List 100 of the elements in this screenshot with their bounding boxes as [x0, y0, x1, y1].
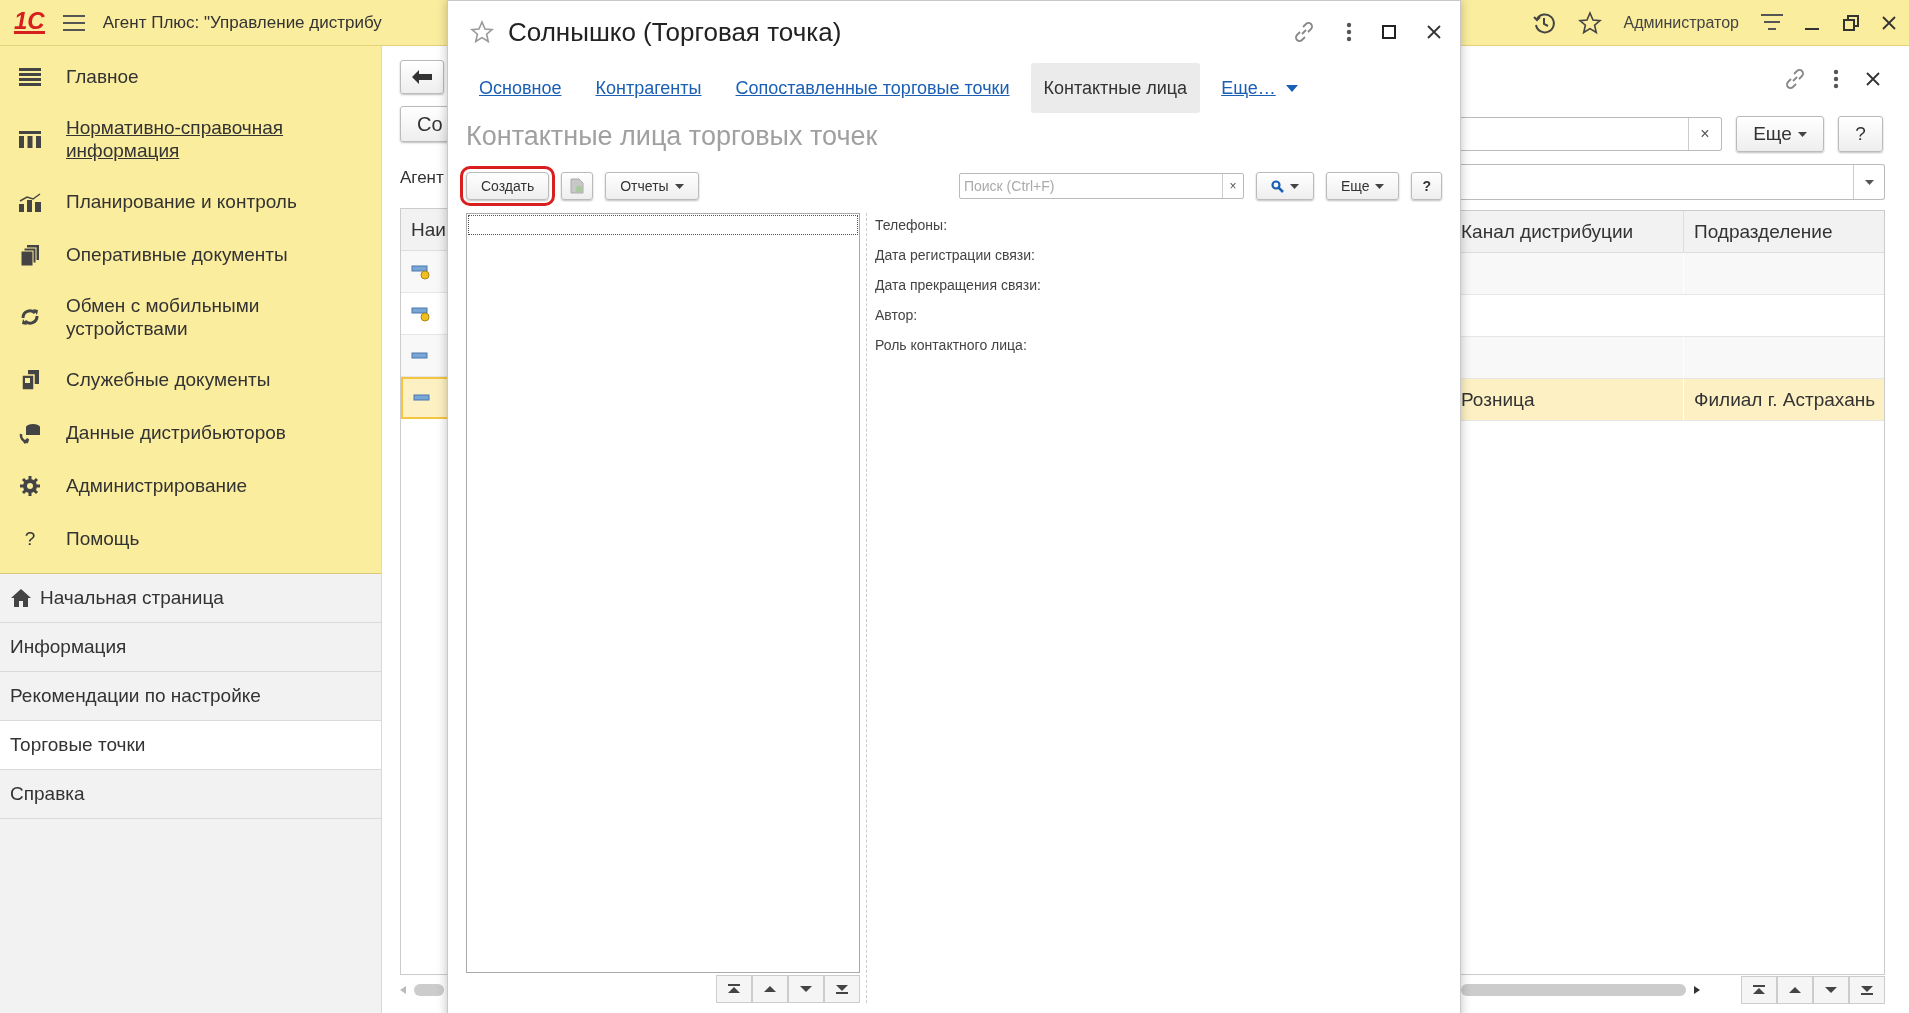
app-title: Агент Плюс: "Управление дистрибу	[102, 12, 382, 33]
bar-chart-icon[interactable]	[19, 191, 41, 212]
sync-icon[interactable]	[19, 306, 41, 328]
link-icon[interactable]	[1292, 20, 1316, 44]
columns-icon[interactable]	[19, 129, 41, 149]
more-icon[interactable]	[1833, 69, 1839, 89]
column-header: Наи	[401, 209, 447, 251]
tab[interactable]: Основное	[466, 63, 575, 113]
table-cell-text: Филиал г. Астрахань	[1693, 387, 1877, 412]
list-row[interactable]	[468, 215, 858, 235]
back-arrow-icon	[412, 70, 432, 84]
reports-button[interactable]: Отчеты	[605, 172, 699, 200]
field-label: Дата регистрации связи:	[875, 247, 1036, 265]
create-button[interactable]: Со	[400, 106, 447, 142]
nav-button[interactable]	[824, 975, 860, 1003]
sidebar-item[interactable]: Данные дистрибьюторов	[66, 421, 306, 444]
caret-icon	[1375, 183, 1385, 189]
sidebar-item[interactable]: Администрирование	[66, 474, 306, 497]
database-icon[interactable]	[19, 421, 41, 444]
settings-icon[interactable]	[19, 474, 41, 497]
first-icon	[727, 984, 741, 994]
down-icon	[1824, 985, 1838, 995]
documents-icon[interactable]	[19, 368, 41, 391]
clear-button[interactable]: ×	[1221, 174, 1243, 198]
maximize-icon[interactable]	[1382, 25, 1396, 39]
nav-button[interactable]	[1741, 976, 1777, 1004]
favorite-icon[interactable]	[470, 20, 494, 44]
first-icon	[1752, 985, 1766, 995]
search-field[interactable]: ×	[1461, 117, 1722, 151]
page-tab-label: Начальная страница	[40, 587, 224, 609]
caret-icon	[1289, 183, 1299, 189]
scrollbar-thumb[interactable]	[1461, 984, 1686, 996]
close-icon[interactable]	[1426, 24, 1442, 40]
clear-button[interactable]: ×	[1688, 118, 1721, 150]
down-icon	[799, 984, 813, 994]
history-icon[interactable]	[1531, 10, 1556, 35]
close-icon[interactable]	[1881, 14, 1897, 31]
field-label: Автор:	[875, 307, 919, 325]
field-label: Телефоны:	[875, 217, 949, 235]
user-name[interactable]: Администратор	[1623, 13, 1739, 32]
item-marked-icon	[411, 304, 431, 323]
documents-icon[interactable]	[19, 243, 41, 266]
search-button[interactable]	[1255, 172, 1314, 200]
dropdown-field[interactable]	[1461, 164, 1885, 200]
nav-button[interactable]	[716, 975, 752, 1003]
nav-button[interactable]	[1813, 976, 1849, 1004]
field-label: Дата прекращения связи:	[875, 277, 1041, 295]
nav-button[interactable]	[788, 975, 824, 1003]
tab[interactable]: Еще…	[1208, 63, 1311, 113]
scroll-right-icon[interactable]	[1694, 986, 1700, 994]
more-icon[interactable]	[1346, 22, 1352, 42]
sidebar-item[interactable]: Планирование и контроль	[66, 190, 306, 213]
item-marked-icon	[411, 262, 431, 281]
caret-icon	[674, 183, 684, 189]
column-header: Подразделение	[1684, 211, 1884, 253]
up-icon	[1788, 985, 1802, 995]
favorites-icon[interactable]	[1577, 10, 1602, 35]
nav-button[interactable]	[752, 975, 788, 1003]
help-button[interactable]: ?	[1838, 116, 1883, 152]
sidebar-item[interactable]: Оперативные документы	[66, 243, 306, 266]
more-button[interactable]: Еще	[1325, 172, 1400, 200]
restore-icon[interactable]	[1843, 14, 1859, 31]
menu-icon[interactable]	[62, 13, 85, 32]
back-button[interactable]	[400, 60, 444, 94]
scrollbar-thumb[interactable]	[414, 984, 444, 996]
close-icon[interactable]	[1865, 71, 1881, 87]
page-tab[interactable]: Торговые точки	[0, 721, 381, 770]
help-icon[interactable]: ?	[24, 527, 36, 550]
filter-label: Агент	[400, 168, 445, 189]
section-heading: Контактные лица торговых точек	[466, 121, 879, 153]
list-icon[interactable]	[19, 66, 41, 87]
search-icon	[1270, 179, 1284, 193]
sidebar-item[interactable]: Главное	[66, 65, 306, 88]
up-icon	[763, 984, 777, 994]
caret-icon	[1797, 131, 1807, 137]
page-tab-label: Справка	[10, 783, 85, 805]
sidebar-item[interactable]: Помощь	[66, 527, 306, 550]
table-row[interactable]	[401, 251, 447, 293]
help-button[interactable]: ?	[1411, 172, 1442, 200]
tab[interactable]: Контактные лица	[1030, 63, 1201, 113]
search-field[interactable]: Поиск (Ctrl+F) ×	[958, 173, 1244, 199]
sidebar-item[interactable]: Нормативно-справочная информация	[66, 116, 306, 162]
more-button[interactable]: Еще	[1736, 116, 1824, 152]
page-tab-label: Рекомендации по настройке	[10, 685, 261, 707]
caret-icon	[1864, 179, 1874, 185]
field-label: Роль контактного лица:	[875, 337, 1028, 355]
last-icon	[835, 984, 849, 994]
app-logo[interactable]: 1С	[14, 11, 45, 34]
filter-icon[interactable]	[1761, 13, 1783, 32]
table-row[interactable]: Розница Филиал г. Астрахань	[1461, 379, 1884, 421]
sidebar-item[interactable]: Служебные документы	[66, 368, 306, 391]
tab[interactable]: Сопоставленные торговые точки	[722, 63, 1023, 113]
nav-button[interactable]	[1849, 976, 1885, 1004]
link-icon[interactable]	[1783, 67, 1807, 91]
page-tab-label: Торговые точки	[10, 734, 146, 756]
nav-button[interactable]	[1777, 976, 1813, 1004]
tab[interactable]: Контрагенты	[582, 63, 715, 113]
document-icon	[570, 178, 585, 194]
window-title: Солнышко (Торговая точка)	[508, 16, 843, 48]
sidebar-item[interactable]: Обмен с мобильными устройствами	[66, 294, 306, 340]
